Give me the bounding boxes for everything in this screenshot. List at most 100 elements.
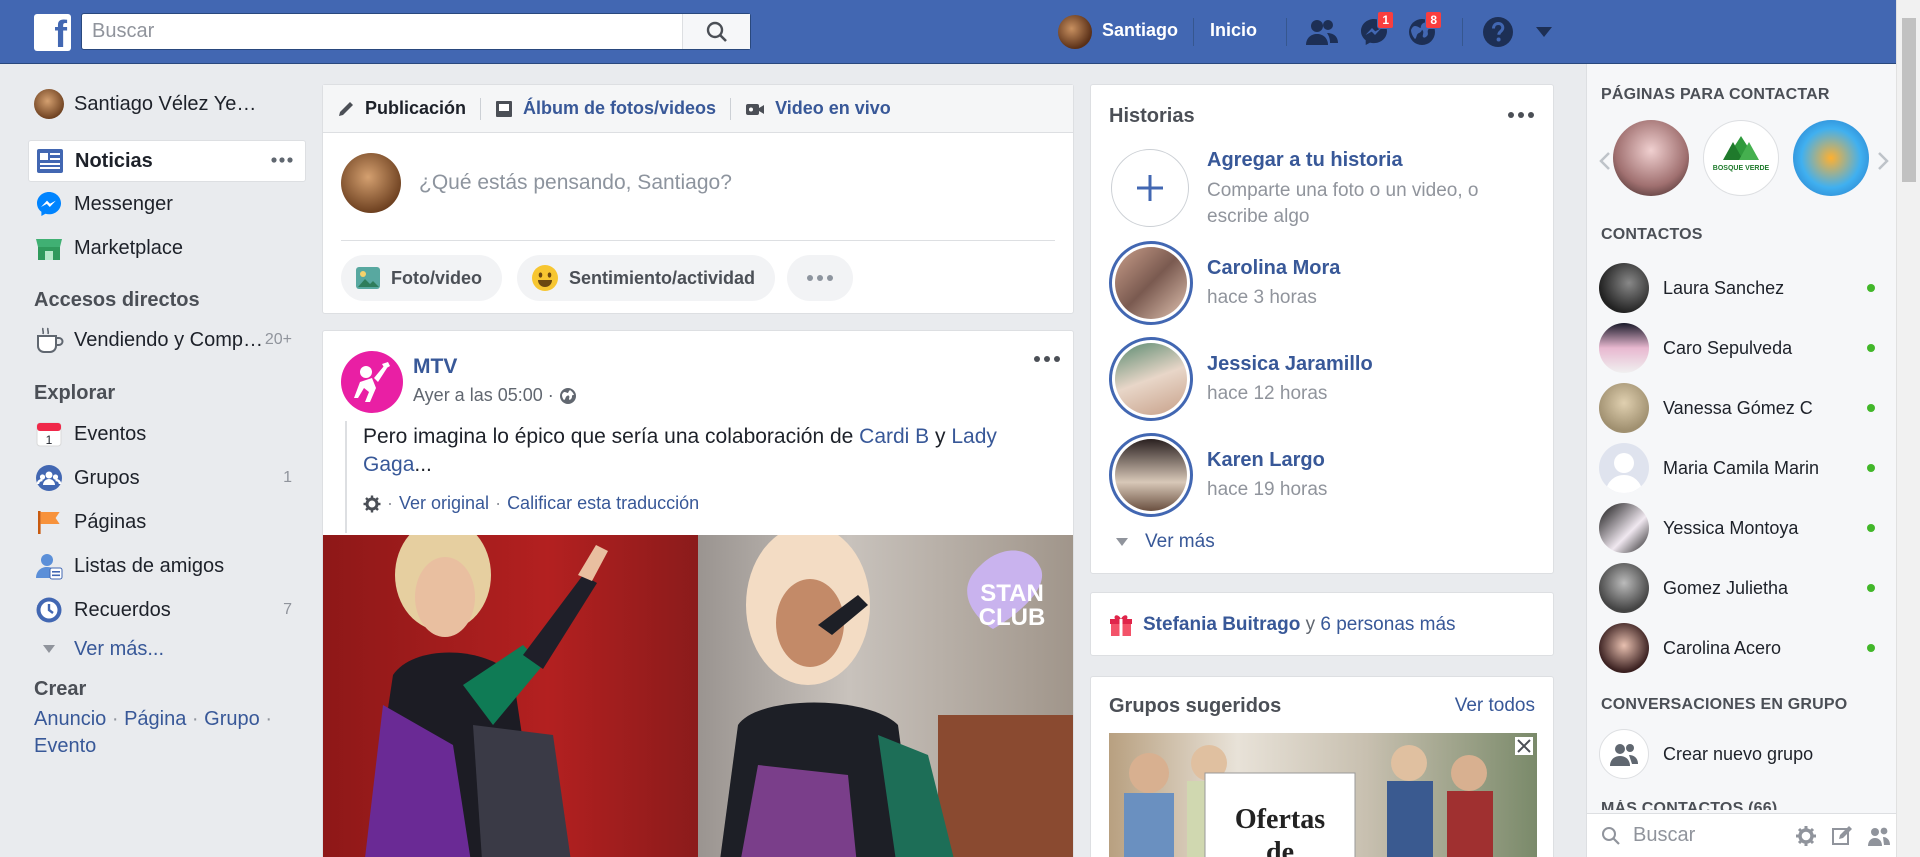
nav-item-messenger[interactable]: Messenger	[28, 184, 306, 224]
post-author-link[interactable]: MTV	[413, 355, 457, 379]
feed-post: MTV Ayer a las 05:00 · Pero imagina lo é…	[322, 330, 1074, 857]
story-time: hace 19 horas	[1207, 479, 1328, 500]
page-avatar[interactable]	[341, 351, 403, 413]
nav-item-marketplace[interactable]: Marketplace	[28, 228, 306, 268]
separator-dot: ·	[191, 708, 199, 730]
user-avatar[interactable]	[1058, 15, 1092, 49]
contact-item[interactable]: Gomez Julietha	[1599, 560, 1889, 616]
shortcut-group[interactable]: Vendiendo y Comp… 20+	[28, 320, 306, 360]
birthday-person-link[interactable]: Stefania Buitrago	[1143, 614, 1300, 636]
story-avatar[interactable]	[1109, 241, 1193, 325]
post-meta: Ayer a las 05:00 ·	[413, 385, 577, 406]
tab-publication[interactable]: Publicación	[337, 98, 466, 119]
contacts-heading: CONTACTOS	[1601, 226, 1703, 243]
translation-border	[345, 421, 347, 533]
public-globe-icon	[559, 387, 576, 404]
chevron-left-icon[interactable]	[1599, 152, 1611, 175]
pages-heading: PÁGINAS PARA CONTACTAR	[1601, 86, 1830, 103]
connector-text: y	[1300, 614, 1321, 635]
mtv-logo-icon	[354, 362, 390, 402]
profile-link[interactable]: Santiago	[1102, 20, 1178, 41]
new-group-chat-icon[interactable]	[1867, 825, 1891, 847]
create-event-link[interactable]: Evento	[34, 735, 96, 757]
nav-item-memories[interactable]: Recuerdos 7	[28, 590, 306, 630]
group-image-text: Ofertas	[1235, 804, 1325, 835]
create-ad-link[interactable]: Anuncio	[34, 708, 106, 730]
nav-item-events[interactable]: 1 Eventos	[28, 414, 306, 454]
search-input[interactable]	[82, 14, 682, 49]
gear-icon[interactable]	[363, 495, 381, 513]
status-input[interactable]: ¿Qué estás pensando, Santiago?	[419, 171, 732, 195]
nav-item-pages[interactable]: Páginas	[28, 502, 306, 542]
stories-options-button[interactable]	[1507, 107, 1535, 125]
rate-translation-link[interactable]: Calificar esta traducción	[507, 493, 699, 514]
story-avatar[interactable]	[1109, 433, 1193, 517]
birthday-others-link[interactable]: 6 personas más	[1320, 614, 1455, 636]
add-story-title[interactable]: Agregar a tu historia	[1207, 149, 1403, 172]
mention-link[interactable]: Cardi B	[859, 425, 929, 448]
page-avatar[interactable]: BOSQUE VERDE	[1703, 120, 1779, 196]
page-scrollbar[interactable]	[1896, 0, 1920, 857]
help-button[interactable]	[1480, 15, 1516, 49]
nav-item-label: Listas de amigos	[74, 554, 225, 577]
chevron-right-icon[interactable]	[1877, 152, 1889, 175]
contact-item[interactable]: Carolina Acero	[1599, 620, 1889, 676]
chat-search-input[interactable]: Buscar	[1633, 824, 1783, 847]
tab-photo-album[interactable]: Álbum de fotos/videos	[495, 98, 716, 119]
story-name[interactable]: Carolina Mora	[1207, 257, 1340, 280]
post-timestamp[interactable]: Ayer a las 05:00	[413, 385, 543, 406]
more-options-icon	[1034, 356, 1060, 362]
compose-new-message-icon[interactable]	[1831, 825, 1853, 847]
page-avatar[interactable]	[1613, 120, 1689, 196]
contact-name: Gomez Julietha	[1663, 577, 1789, 598]
stories-see-more[interactable]: Ver más	[1115, 531, 1215, 553]
more-options-icon[interactable]	[269, 147, 295, 179]
separator-dot: ·	[547, 385, 554, 405]
feeling-activity-button[interactable]: Sentimiento/actividad	[517, 255, 776, 301]
gear-icon[interactable]	[1795, 825, 1817, 847]
facebook-logo[interactable]: f	[34, 14, 71, 51]
contact-item[interactable]: Maria Camila Marin	[1599, 440, 1889, 496]
account-menu-button[interactable]	[1526, 15, 1562, 49]
notifications-button[interactable]: 8	[1404, 11, 1442, 49]
messages-button[interactable]: 1	[1356, 11, 1394, 49]
messages-badge: 1	[1377, 11, 1394, 29]
search-button[interactable]	[682, 14, 750, 49]
more-contacts-heading: MÁS CONTACTOS (66)	[1601, 800, 1778, 810]
avatar	[1599, 263, 1649, 313]
see-original-link[interactable]: Ver original	[399, 493, 489, 514]
post-image[interactable]: STAN CLUB	[323, 535, 1073, 857]
suggested-group-image[interactable]: Ofertas de	[1109, 733, 1537, 857]
create-group-link[interactable]: Grupo	[204, 708, 260, 730]
see-all-link[interactable]: Ver todos	[1455, 695, 1535, 717]
friend-requests-button[interactable]	[1304, 15, 1340, 49]
page-avatar[interactable]	[1793, 120, 1869, 196]
see-more-link[interactable]: Ver más...	[28, 634, 306, 664]
story-name[interactable]: Jessica Jaramillo	[1207, 353, 1373, 376]
online-status-icon	[1867, 404, 1875, 412]
create-group-button[interactable]: Crear nuevo grupo	[1599, 726, 1889, 782]
top-navigation-bar: f Santiago Inicio 1 8	[0, 0, 1920, 64]
nav-item-groups[interactable]: Grupos 1	[28, 458, 306, 498]
story-avatar[interactable]	[1109, 337, 1193, 421]
create-page-link[interactable]: Página	[124, 708, 186, 730]
more-actions-button[interactable]	[787, 255, 853, 301]
home-link[interactable]: Inicio	[1210, 20, 1257, 41]
nav-item-friend-lists[interactable]: Listas de amigos	[28, 546, 306, 586]
scroll-thumb[interactable]	[1902, 18, 1916, 182]
add-story-button[interactable]	[1111, 149, 1189, 227]
contact-item[interactable]: Caro Sepulveda	[1599, 320, 1889, 376]
contact-item[interactable]: Laura Sanchez	[1599, 260, 1889, 316]
contact-name: Maria Camila Marin	[1663, 457, 1820, 478]
post-options-button[interactable]	[1033, 351, 1061, 369]
nav-item-news-feed[interactable]: Noticias	[28, 140, 306, 182]
contact-item[interactable]: Yessica Montoya	[1599, 500, 1889, 556]
separator-dot: ·	[495, 493, 502, 513]
default-avatar-icon	[1599, 443, 1649, 493]
photo-video-button[interactable]: Foto/video	[341, 255, 502, 301]
profile-shortcut[interactable]: Santiago Vélez Ye…	[28, 84, 306, 124]
chat-sidebar: PÁGINAS PARA CONTACTAR BOSQUE VERDE CONT…	[1586, 64, 1897, 857]
contact-item[interactable]: Vanessa Gómez C	[1599, 380, 1889, 436]
story-name[interactable]: Karen Largo	[1207, 449, 1325, 472]
tab-live-video[interactable]: Video en vivo	[745, 98, 891, 119]
